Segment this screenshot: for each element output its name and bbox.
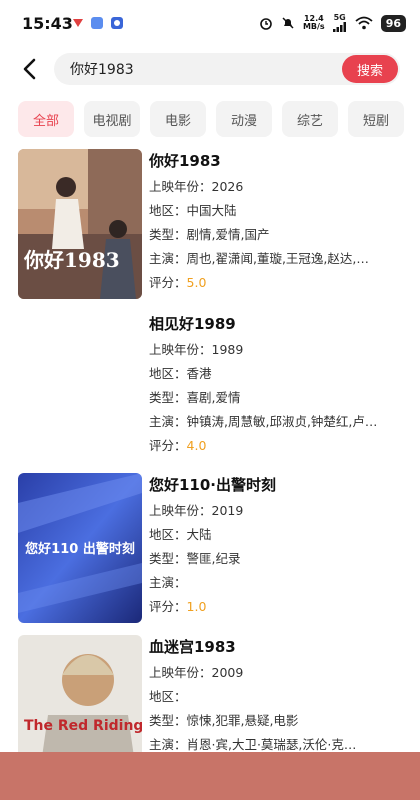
- year-label: 上映年份：: [149, 179, 212, 194]
- year-label: 上映年份：: [149, 503, 212, 518]
- type-value: 剧情,爱情,国产: [186, 227, 270, 242]
- type-row: 类型：剧情,爱情,国产: [149, 223, 408, 247]
- search-input[interactable]: [70, 53, 320, 85]
- cast-label: 主演：: [149, 575, 187, 590]
- type-label: 类型：: [149, 390, 187, 405]
- result-title[interactable]: 血迷宫1983: [149, 635, 408, 661]
- result-title[interactable]: 相见好1989: [149, 312, 408, 338]
- score-row: 评分：1.0: [149, 595, 408, 619]
- score-value: 1.0: [186, 599, 207, 614]
- net-speed: 12.4 MB/s: [303, 15, 325, 31]
- battery-indicator: 96: [380, 14, 406, 32]
- region-value: 香港: [186, 366, 212, 381]
- app-notification-icon: [111, 17, 123, 29]
- cell-signal: 5G: [332, 13, 347, 32]
- year-row: 上映年份：2009: [149, 661, 408, 685]
- result-info: 您好110·出警时刻 上映年份：2019 地区：大陆 类型：警匪,纪录 主演： …: [149, 473, 408, 619]
- search-bar: 搜索: [54, 53, 400, 85]
- result-info: 相见好1989 上映年份：1989 地区：香港 类型：喜剧,爱情 主演：钟镇涛,…: [149, 312, 408, 458]
- region-label: 地区：: [149, 366, 187, 381]
- cast-label: 主演：: [149, 737, 187, 752]
- region-row: 地区：香港: [149, 362, 408, 386]
- alarm-icon: [260, 18, 272, 30]
- tab-all[interactable]: 全部: [18, 101, 74, 137]
- result-title[interactable]: 您好110·出警时刻: [149, 473, 408, 499]
- region-row: 地区：: [149, 685, 408, 709]
- region-label: 地区：: [149, 527, 187, 542]
- category-tabs: 全部 电视剧 电影 动漫 综艺 短剧: [18, 101, 404, 137]
- status-bar: 15:43 12.4 MB/s 5G 96: [0, 0, 420, 46]
- result-info: 血迷宫1983 上映年份：2009 地区： 类型：惊悚,犯罪,悬疑,电影 主演：…: [149, 635, 408, 757]
- year-label: 上映年份：: [149, 342, 212, 357]
- poster-image[interactable]: 您好110 出警时刻: [18, 473, 142, 623]
- app-notification-icon: [91, 17, 103, 29]
- type-value: 喜剧,爱情: [186, 390, 241, 405]
- result-info: 你好1983 上映年份：2026 地区：中国大陆 类型：剧情,爱情,国产 主演：…: [149, 149, 408, 295]
- type-value: 警匪,纪录: [186, 551, 241, 566]
- poster-title-text: The Red Riding Trilogy: [24, 718, 142, 734]
- score-label: 评分：: [149, 275, 187, 290]
- score-label: 评分：: [149, 599, 187, 614]
- tab-variety[interactable]: 综艺: [282, 101, 338, 137]
- cast-value: 周也,翟潇闻,董璇,王冠逸,赵达,…: [186, 251, 369, 266]
- cast-label: 主演：: [149, 251, 187, 266]
- back-arrow-icon[interactable]: [18, 56, 42, 82]
- network-type: 5G: [333, 13, 346, 22]
- year-row: 上映年份：2026: [149, 175, 408, 199]
- net-speed-unit: MB/s: [302, 22, 325, 31]
- score-row: 评分：4.0: [149, 434, 408, 458]
- type-row: 类型：惊悚,犯罪,悬疑,电影: [149, 709, 408, 733]
- poster-title-text: 您好110 出警时刻: [25, 541, 135, 557]
- cast-value: 肖恩·宾,大卫·莫瑞瑟,沃伦·克…: [186, 737, 357, 752]
- status-time: 15:43: [22, 14, 73, 33]
- signal-icon: [332, 22, 346, 32]
- score-value: 4.0: [186, 438, 207, 453]
- year-row: 上映年份：2019: [149, 499, 408, 523]
- type-label: 类型：: [149, 551, 187, 566]
- tab-anime[interactable]: 动漫: [216, 101, 272, 137]
- status-right: 12.4 MB/s 5G 96: [259, 14, 406, 32]
- cast-value: 钟镇涛,周慧敏,邱淑贞,钟楚红,卢…: [186, 414, 378, 429]
- type-label: 类型：: [149, 227, 187, 242]
- year-value: 2009: [211, 665, 244, 680]
- score-row: 评分：5.0: [149, 271, 408, 295]
- tab-movie[interactable]: 电影: [150, 101, 206, 137]
- wifi-icon: [355, 16, 373, 30]
- search-button[interactable]: 搜索: [342, 55, 398, 83]
- app-notification-icon: [73, 19, 83, 27]
- cast-row: 主演：钟镇涛,周慧敏,邱淑贞,钟楚红,卢…: [149, 410, 408, 434]
- region-value: 大陆: [186, 527, 212, 542]
- region-row: 地区：大陆: [149, 523, 408, 547]
- score-value: 5.0: [186, 275, 207, 290]
- type-value: 惊悚,犯罪,悬疑,电影: [186, 713, 299, 728]
- type-row: 类型：警匪,纪录: [149, 547, 408, 571]
- year-row: 上映年份：1989: [149, 338, 408, 362]
- region-value: 中国大陆: [186, 203, 237, 218]
- mute-icon: [282, 17, 294, 29]
- region-label: 地区：: [149, 203, 187, 218]
- year-value: 2026: [211, 179, 244, 194]
- year-value: 2019: [211, 503, 244, 518]
- poster-image[interactable]: 你好1983: [18, 149, 142, 299]
- poster-title-text: 你好1983: [23, 248, 120, 272]
- region-row: 地区：中国大陆: [149, 199, 408, 223]
- type-label: 类型：: [149, 713, 187, 728]
- cast-label: 主演：: [149, 414, 187, 429]
- tab-tv-series[interactable]: 电视剧: [84, 101, 140, 137]
- score-label: 评分：: [149, 438, 187, 453]
- cast-row: 主演：: [149, 571, 408, 595]
- result-title[interactable]: 你好1983: [149, 149, 408, 175]
- type-row: 类型：喜剧,爱情: [149, 386, 408, 410]
- notification-icons: [72, 16, 124, 30]
- region-label: 地区：: [149, 689, 187, 704]
- year-value: 1989: [211, 342, 244, 357]
- year-label: 上映年份：: [149, 665, 212, 680]
- bottom-bar: [0, 752, 420, 800]
- cast-row: 主演：周也,翟潇闻,董璇,王冠逸,赵达,…: [149, 247, 408, 271]
- tab-short-drama[interactable]: 短剧: [348, 101, 404, 137]
